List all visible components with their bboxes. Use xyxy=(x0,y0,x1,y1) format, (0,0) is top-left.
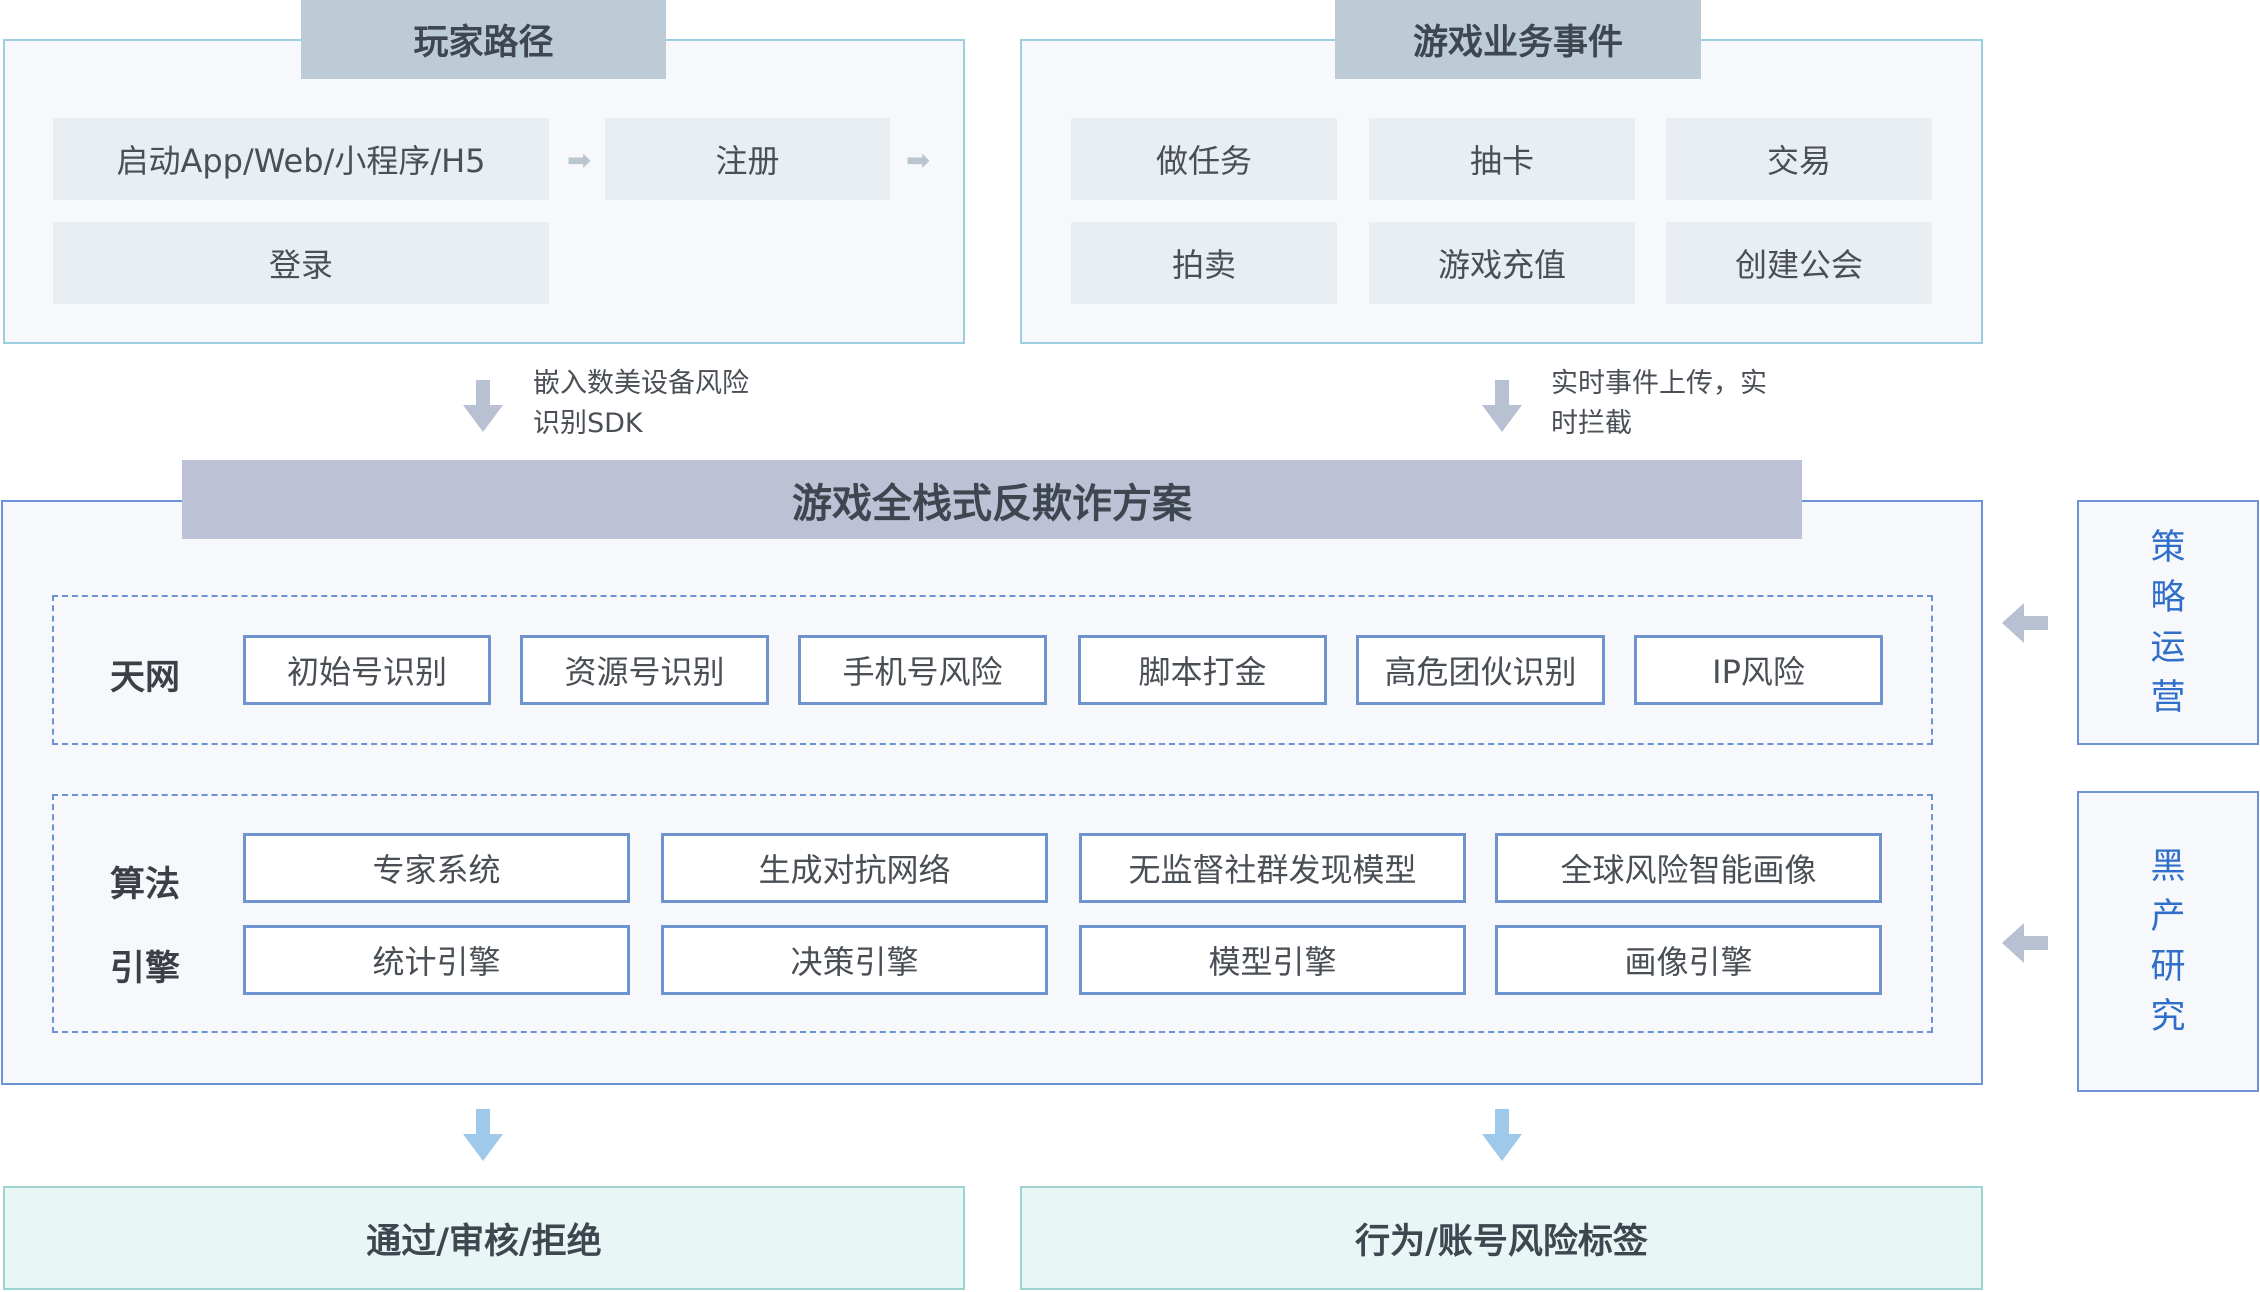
tianwang-item: IP风险 xyxy=(1634,635,1883,705)
engines-label-line2: 引擎 xyxy=(110,949,181,989)
event-card-draw: 抽卡 xyxy=(1369,118,1635,200)
game-events-title: 游戏业务事件 xyxy=(1335,0,1701,79)
engines-label-line1: 算法 xyxy=(110,865,181,905)
realtime-note-line2: 时拦截 xyxy=(1551,408,1632,439)
engine-item: 专家系统 xyxy=(243,833,630,903)
arrow-down-icon xyxy=(1477,378,1526,433)
step-launch-app: 启动App/Web/小程序/H5 xyxy=(53,118,549,200)
engine-item: 模型引擎 xyxy=(1079,925,1466,995)
engine-item: 生成对抗网络 xyxy=(661,833,1048,903)
engine-item: 统计引擎 xyxy=(243,925,630,995)
event-recharge: 游戏充值 xyxy=(1369,222,1635,304)
tianwang-label: 天网 xyxy=(110,658,181,698)
arrow-right-icon: ➡ xyxy=(566,143,592,177)
arrow-down-icon xyxy=(458,1107,507,1162)
realtime-note-line1: 实时事件上传，实 xyxy=(1551,368,1767,399)
engine-item: 无监督社群发现模型 xyxy=(1079,833,1466,903)
tianwang-item: 初始号识别 xyxy=(243,635,491,705)
tianwang-item: 手机号风险 xyxy=(798,635,1047,705)
strategy-ops-label: 策略运营 xyxy=(2150,527,2186,718)
solution-title: 游戏全栈式反欺诈方案 xyxy=(182,460,1802,539)
blackmarket-research-label: 黑产研究 xyxy=(2150,846,2186,1037)
event-task: 做任务 xyxy=(1071,118,1337,200)
arrow-right-icon: ➡ xyxy=(905,143,931,177)
risk-label-output: 行为/账号风险标签 xyxy=(1020,1186,1983,1290)
arrow-down-icon xyxy=(458,378,507,433)
event-create-guild: 创建公会 xyxy=(1666,222,1932,304)
arrow-left-icon xyxy=(2000,601,2049,644)
sdk-note: 嵌入数美设备风险 识别SDK xyxy=(533,364,749,444)
engine-item: 画像引擎 xyxy=(1495,925,1882,995)
step-register: 注册 xyxy=(605,118,890,200)
engine-item: 决策引擎 xyxy=(661,925,1048,995)
tianwang-item: 资源号识别 xyxy=(520,635,769,705)
tianwang-item: 高危团伙识别 xyxy=(1356,635,1605,705)
player-path-title: 玩家路径 xyxy=(301,0,666,79)
strategy-ops-panel: 策略运营 xyxy=(2077,500,2259,745)
sdk-note-line1: 嵌入数美设备风险 xyxy=(533,368,749,399)
event-trade: 交易 xyxy=(1666,118,1932,200)
realtime-note: 实时事件上传，实 时拦截 xyxy=(1551,364,1767,444)
tianwang-item: 脚本打金 xyxy=(1078,635,1327,705)
engine-item: 全球风险智能画像 xyxy=(1495,833,1882,903)
decision-output: 通过/审核/拒绝 xyxy=(3,1186,965,1290)
arrow-down-icon xyxy=(1477,1107,1526,1162)
arrow-left-icon xyxy=(2000,921,2049,964)
step-login: 登录 xyxy=(53,222,549,304)
engines-group xyxy=(52,794,1933,1033)
blackmarket-research-panel: 黑产研究 xyxy=(2077,791,2259,1092)
event-auction: 拍卖 xyxy=(1071,222,1337,304)
sdk-note-line2: 识别SDK xyxy=(533,408,643,439)
